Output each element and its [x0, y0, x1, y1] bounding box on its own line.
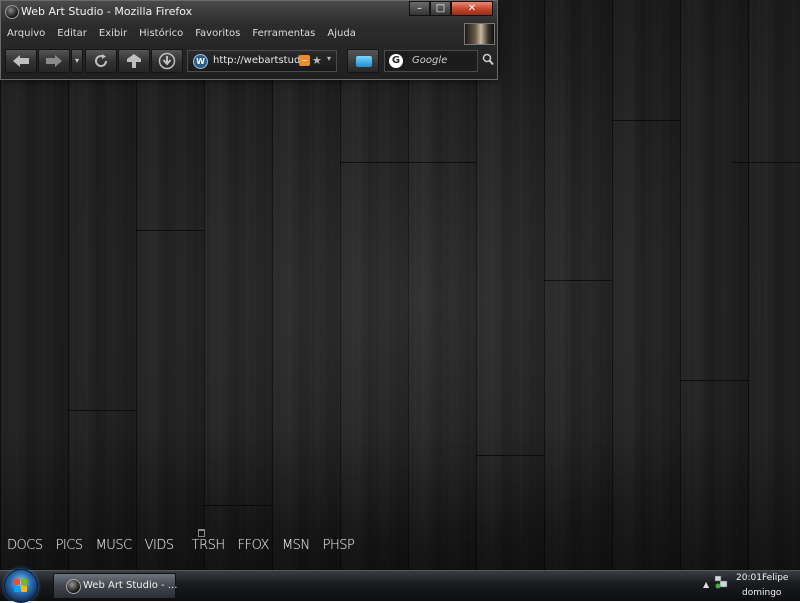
magnifier-icon[interactable]: [482, 53, 494, 67]
wood-seam: [204, 505, 272, 506]
arrow-right-icon: [46, 55, 62, 67]
dock-item-docs[interactable]: DOCS: [7, 538, 43, 556]
minimize-button[interactable]: –: [409, 1, 430, 16]
menu-arquivo[interactable]: Arquivo: [7, 28, 45, 42]
taskbar-task-firefox[interactable]: Web Art Studio - ...: [53, 573, 178, 599]
maximize-button[interactable]: □: [430, 1, 451, 16]
wood-seam: [68, 410, 136, 411]
history-dropdown-button[interactable]: ▾: [71, 49, 83, 73]
dock-label: MSN: [281, 538, 310, 553]
firefox-logo-icon: [66, 579, 81, 594]
reload-icon: [95, 54, 108, 67]
menu-favoritos[interactable]: Favoritos: [195, 28, 240, 42]
menu-editar[interactable]: Editar: [57, 28, 87, 42]
wood-seam: [408, 162, 476, 163]
taskbar: Web Art Studio - ... ▲ 20:01 Felipe domi…: [0, 569, 800, 603]
navigation-toolbar: ▾ W http://webartstudio ∼ ★ ▾ G Google: [5, 49, 495, 75]
url-text: http://webartstudio: [213, 55, 310, 66]
start-button[interactable]: [4, 569, 38, 603]
home-icon: [127, 54, 141, 68]
window-titlebar[interactable]: Web Art Studio - Mozilla Firefox – □ ✕: [1, 1, 497, 22]
arrow-left-icon: [13, 55, 29, 67]
task-label: Web Art Studio - ...: [83, 580, 178, 591]
trash-bin-icon: [197, 529, 205, 537]
dock-label: PICS: [55, 538, 84, 553]
download-icon: [158, 52, 176, 70]
google-icon[interactable]: G: [389, 54, 403, 68]
user-name: Felipe: [762, 573, 789, 583]
menu-ferramentas[interactable]: Ferramentas: [252, 28, 315, 42]
dock-label: VIDS: [144, 538, 175, 553]
menu-exibir[interactable]: Exibir: [99, 28, 127, 42]
url-dropdown-icon[interactable]: ▾: [327, 54, 331, 63]
reload-button[interactable]: [85, 49, 117, 73]
menu-historico[interactable]: Histórico: [139, 28, 183, 42]
home-button[interactable]: [118, 49, 150, 73]
forward-button[interactable]: [38, 49, 70, 73]
wood-seam: [612, 120, 680, 121]
wood-seam: [476, 455, 544, 456]
window-title: Web Art Studio - Mozilla Firefox: [21, 5, 193, 18]
wood-seam: [340, 162, 408, 163]
clock-day[interactable]: domingo: [742, 588, 781, 598]
window-controls: – □ ✕: [409, 1, 493, 16]
dock-item-msn[interactable]: MSN: [282, 538, 310, 556]
dock-label: TRSH: [191, 538, 226, 553]
firefox-logo-icon: [5, 5, 19, 19]
dock-item-vids[interactable]: VIDS: [144, 538, 175, 556]
dock-item-trsh[interactable]: TRSH: [191, 529, 226, 556]
persona-avatar: [464, 23, 495, 45]
bookmarks-button[interactable]: [347, 49, 379, 73]
dock-item-phsp[interactable]: PHSP: [323, 538, 355, 556]
dock-item-pics[interactable]: PICS: [55, 538, 84, 556]
menu-ajuda[interactable]: Ajuda: [327, 28, 355, 42]
network-icon[interactable]: [714, 575, 728, 589]
rss-icon[interactable]: ∼: [299, 55, 310, 66]
clock-time[interactable]: 20:01: [736, 573, 762, 583]
search-placeholder: Google: [412, 55, 448, 66]
star-icon[interactable]: ★: [312, 54, 322, 67]
bookmark-folder-icon: [356, 56, 372, 67]
chevron-down-icon: ▾: [74, 56, 79, 65]
dock-label: DOCS: [7, 538, 43, 553]
wood-seam: [136, 230, 204, 231]
download-button[interactable]: [151, 49, 183, 73]
show-hidden-icons-button[interactable]: ▲: [703, 580, 709, 589]
menu-bar: Arquivo Editar Exibir Histórico Favorito…: [7, 28, 368, 42]
dock-label: FFOX: [237, 538, 270, 553]
desktop-wallpaper: Web Art Studio - Mozilla Firefox – □ ✕ A…: [0, 0, 800, 570]
wordpress-favicon-icon: W: [193, 54, 208, 69]
wood-seam: [732, 162, 800, 163]
dock: DOCS PICS MUSC VIDS TRSH FFOX MSN PHSP: [7, 529, 367, 556]
wood-seam: [544, 280, 612, 281]
wood-seam: [680, 380, 748, 381]
search-bar[interactable]: G Google: [384, 50, 478, 72]
dock-item-ffox[interactable]: FFOX: [237, 538, 270, 556]
back-button[interactable]: [5, 49, 37, 73]
close-button[interactable]: ✕: [451, 1, 493, 16]
windows-logo-icon: [14, 579, 28, 593]
url-bar[interactable]: W http://webartstudio ∼ ★ ▾: [187, 50, 337, 72]
firefox-window: Web Art Studio - Mozilla Firefox – □ ✕ A…: [0, 0, 498, 80]
dock-item-musc[interactable]: MUSC: [95, 538, 133, 556]
dock-label: MUSC: [95, 538, 133, 553]
dock-label: PHSP: [322, 538, 355, 553]
